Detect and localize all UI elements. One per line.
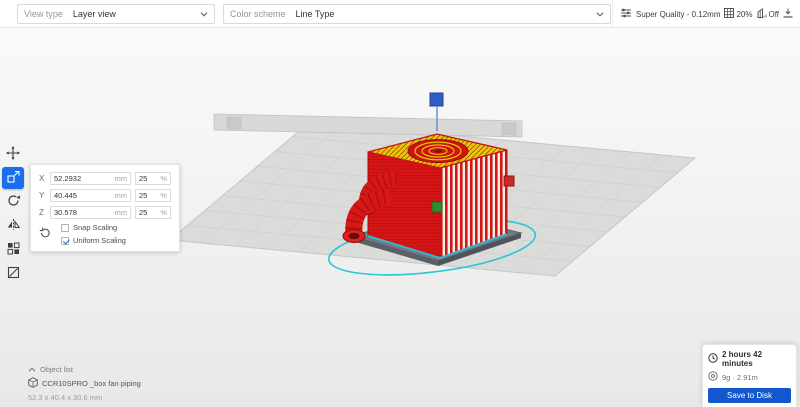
scale-tool-button[interactable] bbox=[2, 167, 24, 189]
top-bar: View type Layer view Color scheme Line T… bbox=[0, 0, 800, 28]
quality-profile: Super Quality - 0.12mm bbox=[636, 9, 721, 19]
chevron-down-icon bbox=[596, 11, 604, 17]
reset-icon bbox=[39, 227, 51, 242]
print-settings-summary[interactable]: Super Quality - 0.12mm 20% Off bbox=[612, 0, 800, 28]
color-scheme-label: Color scheme bbox=[230, 9, 286, 19]
view-type-dropdown[interactable]: View type Layer view bbox=[17, 4, 215, 24]
reset-scale-button[interactable] bbox=[39, 227, 51, 242]
scale-x-percent-input[interactable]: 25 % bbox=[135, 172, 171, 185]
color-scheme-dropdown[interactable]: Color scheme Line Type bbox=[223, 4, 611, 24]
print-time-row: 2 hours 42 minutes bbox=[708, 350, 791, 368]
scale-row-y: Y 40.445 mm 25 % bbox=[39, 189, 171, 202]
scale-x-mm-input[interactable]: 52.2932 mm bbox=[50, 172, 131, 185]
scale-z-mm-input[interactable]: 30.578 mm bbox=[50, 206, 131, 219]
scale-options: Snap Scaling Uniform Scaling bbox=[39, 223, 171, 245]
scale-tool-panel: X 52.2932 mm 25 % Y 40.445 mm 25 % Z 30.… bbox=[30, 164, 180, 252]
view-type-value: Layer view bbox=[72, 9, 116, 19]
axis-z-label: Z bbox=[39, 208, 44, 217]
scale-handle-y[interactable] bbox=[431, 201, 443, 213]
infill-icon bbox=[724, 8, 735, 20]
tool-sidebar bbox=[2, 143, 24, 285]
mirror-icon bbox=[7, 218, 20, 234]
object-list-panel: Object list CCR10SPRO _box fan piping 52… bbox=[28, 365, 141, 402]
infill-summary: 20% bbox=[724, 8, 753, 20]
support-value: Off bbox=[768, 9, 780, 19]
rotate-icon bbox=[7, 194, 20, 210]
adhesion-icon bbox=[783, 8, 793, 20]
uniform-scaling-label: Uniform Scaling bbox=[73, 236, 126, 245]
checkbox-checked-icon bbox=[61, 236, 69, 245]
save-to-disk-button[interactable]: Save to Disk bbox=[708, 388, 791, 403]
scale-row-z: Z 30.578 mm 25 % bbox=[39, 206, 171, 219]
output-action-panel: 2 hours 42 minutes 9g · 2.91m Save to Di… bbox=[702, 344, 797, 407]
scale-handle-x[interactable] bbox=[503, 175, 515, 187]
scale-z-percent-input[interactable]: 25 % bbox=[135, 206, 171, 219]
rotate-tool-button[interactable] bbox=[2, 191, 24, 213]
scale-icon bbox=[6, 170, 20, 186]
snap-scaling-checkbox[interactable]: Snap Scaling bbox=[61, 223, 126, 232]
scale-y-percent-input[interactable]: 25 % bbox=[135, 189, 171, 202]
printer-gantry bbox=[213, 113, 523, 138]
object-list-item[interactable]: CCR10SPRO _box fan piping bbox=[28, 377, 141, 390]
fan-grill bbox=[407, 139, 469, 163]
material-usage-row: 9g · 2.91m bbox=[708, 371, 791, 383]
uniform-scaling-checkbox[interactable]: Uniform Scaling bbox=[61, 236, 126, 245]
material-usage-value: 9g · 2.91m bbox=[722, 372, 758, 382]
cura-window: View type Layer view Color scheme Line T… bbox=[0, 0, 800, 407]
scale-y-mm-input[interactable]: 40.445 mm bbox=[50, 189, 131, 202]
axis-y-label: Y bbox=[39, 191, 45, 200]
per-model-settings-button[interactable] bbox=[2, 239, 24, 261]
color-scheme-value: Line Type bbox=[295, 9, 335, 19]
move-icon bbox=[6, 145, 20, 163]
chevron-up-icon bbox=[28, 365, 36, 374]
object-list-title: Object list bbox=[40, 365, 73, 374]
object-list-header[interactable]: Object list bbox=[28, 365, 141, 374]
support-icon bbox=[757, 8, 767, 20]
snap-scaling-label: Snap Scaling bbox=[73, 223, 118, 232]
scale-handle-z[interactable] bbox=[429, 92, 444, 107]
mirror-tool-button[interactable] bbox=[2, 215, 24, 237]
per-model-settings-icon bbox=[7, 242, 20, 258]
support-blocker-icon bbox=[7, 266, 20, 282]
chevron-down-icon bbox=[200, 11, 208, 17]
infill-value: 20% bbox=[736, 9, 753, 19]
view-type-label: View type bbox=[24, 9, 63, 19]
object-item-name: CCR10SPRO _box fan piping bbox=[42, 379, 141, 388]
print-time-value: 2 hours 42 minutes bbox=[722, 350, 763, 368]
selected-model-dimensions: 52.3 x 40.4 x 30.6 mm bbox=[28, 393, 103, 402]
axis-x-label: X bbox=[39, 174, 45, 183]
move-tool-button[interactable] bbox=[2, 143, 24, 165]
spool-icon bbox=[708, 371, 718, 383]
cube-icon bbox=[28, 377, 38, 390]
scale-checkboxes: Snap Scaling Uniform Scaling bbox=[61, 223, 126, 245]
support-summary: Off bbox=[757, 8, 780, 20]
checkbox-unchecked-icon bbox=[61, 223, 69, 232]
support-blocker-button[interactable] bbox=[2, 263, 24, 285]
scale-row-x: X 52.2932 mm 25 % bbox=[39, 172, 171, 185]
clock-icon bbox=[708, 353, 718, 365]
tune-icon bbox=[620, 7, 632, 21]
